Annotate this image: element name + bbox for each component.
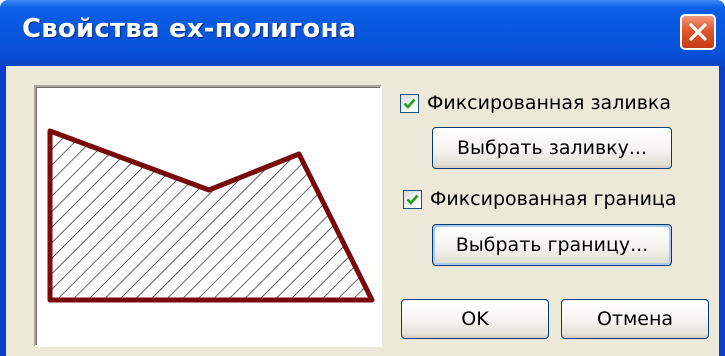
title-bar[interactable]: Свойства ex-полигона — [0, 0, 725, 66]
checkmark-icon — [406, 194, 419, 205]
dialog-body: Фиксированная заливка Выбрать заливку...… — [6, 66, 719, 356]
polygon-preview-drawing — [47, 128, 375, 303]
fixed-fill-option[interactable]: Фиксированная заливка — [400, 91, 671, 115]
choose-border-button[interactable]: Выбрать границу... — [432, 224, 672, 266]
choose-fill-button[interactable]: Выбрать заливку... — [432, 127, 672, 169]
fixed-border-label: Фиксированная граница — [430, 188, 677, 210]
ok-button-label: OK — [461, 308, 489, 330]
close-button[interactable] — [680, 14, 716, 50]
fixed-border-option[interactable]: Фиксированная граница — [403, 187, 677, 211]
fixed-fill-label: Фиксированная заливка — [427, 92, 672, 114]
fixed-fill-checkbox[interactable] — [400, 93, 419, 113]
close-icon — [689, 23, 707, 41]
fixed-border-checkbox[interactable] — [403, 189, 422, 209]
cancel-button-label: Отмена — [596, 308, 674, 330]
ok-button[interactable]: OK — [401, 299, 549, 339]
cancel-button[interactable]: Отмена — [561, 299, 709, 339]
polygon-shape — [47, 128, 375, 303]
dialog-window: Свойства ex-полигона Фиксированная залив… — [0, 0, 725, 356]
checkmark-icon — [403, 98, 416, 109]
choose-fill-button-label: Выбрать заливку... — [456, 137, 648, 159]
dialog-title: Свойства ex-полигона — [22, 14, 357, 44]
choose-border-button-label: Выбрать границу... — [455, 234, 649, 256]
polygon-preview — [34, 85, 382, 347]
